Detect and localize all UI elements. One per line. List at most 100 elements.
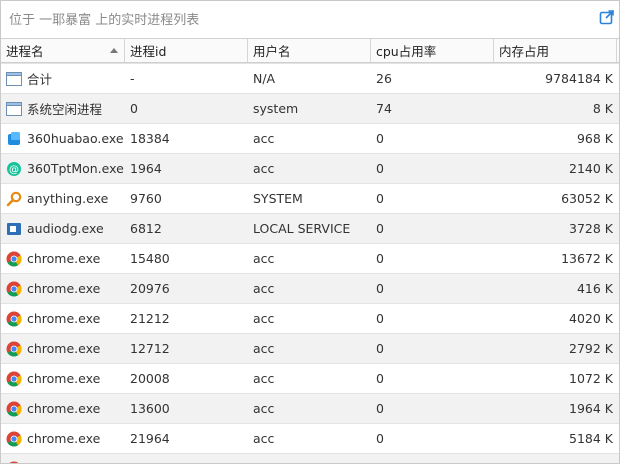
cell-user: acc — [253, 371, 275, 386]
cell-memory: 5184 K — [569, 431, 613, 446]
cell-user: acc — [253, 311, 275, 326]
table-row[interactable]: chrome.exe 12712 acc 0 2792 K — [1, 333, 619, 363]
cell-cpu: 0 — [376, 311, 384, 326]
cell-memory: 968 K — [576, 131, 613, 146]
table-body: 合计 - N/A 26 9784184 K 系统空闲进程 0 system 74 8 K 360hu… — [1, 63, 619, 463]
cell-user: LOCAL SERVICE — [253, 221, 351, 236]
process-list-window: 位于 一耶暴富 上的实时进程列表 进程名 进程id 用户名 cpu占用率 内存占… — [0, 0, 620, 464]
cell-user: system — [253, 101, 299, 116]
svg-text:@: @ — [9, 164, 19, 175]
cell-pid: 20008 — [130, 371, 170, 386]
column-header-memory[interactable]: 内存占用 — [494, 39, 617, 62]
process-name-text: audiodg.exe — [27, 221, 104, 236]
cell-user: SYSTEM — [253, 191, 303, 206]
export-icon[interactable] — [599, 9, 615, 25]
cell-pid: 21212 — [130, 311, 170, 326]
window-icon — [6, 71, 22, 87]
cell-memory: 8 K — [592, 101, 613, 116]
process-name-text: chrome.exe — [27, 281, 101, 296]
chrome-icon — [6, 401, 22, 417]
search-icon — [6, 191, 22, 207]
table-row[interactable]: @360TptMon.exe 1964 acc 0 2140 K — [1, 153, 619, 183]
table-row[interactable]: 360huabao.exe 18384 acc 0 968 K — [1, 123, 619, 153]
table-row[interactable]: chrome.exe 20008 acc 0 1072 K — [1, 363, 619, 393]
cell-memory: 1072 K — [569, 371, 613, 386]
process-name-text: chrome.exe — [27, 311, 101, 326]
column-header-cpu[interactable]: cpu占用率 — [371, 39, 494, 62]
column-header-process-name[interactable]: 进程名 — [1, 39, 125, 62]
cell-pid: 12712 — [130, 341, 170, 356]
audiodg-icon — [6, 221, 22, 237]
cell-process-name: 合计 — [1, 69, 125, 88]
process-name-text: chrome.exe — [27, 431, 101, 446]
chrome-icon — [6, 461, 22, 463]
cell-user: acc — [253, 161, 275, 176]
cell-pid: - — [130, 71, 135, 86]
chrome-icon — [6, 431, 22, 447]
table-row[interactable]: 合计 - N/A 26 9784184 K — [1, 63, 619, 93]
cell-memory: 9784184 K — [545, 71, 613, 86]
cell-process-name: chrome.exe — [1, 461, 125, 463]
cell-pid: 13600 — [130, 401, 170, 416]
cell-process-name: chrome.exe — [1, 311, 125, 327]
window-icon — [6, 101, 22, 117]
cell-user: acc — [253, 131, 275, 146]
cell-process-name: chrome.exe — [1, 371, 125, 387]
cell-process-name: chrome.exe — [1, 431, 125, 447]
cell-memory: 2792 K — [569, 341, 613, 356]
cell-memory: 63052 K — [561, 191, 613, 206]
360huabao-icon — [6, 131, 22, 147]
cell-pid: 20976 — [130, 281, 170, 296]
cell-cpu: 0 — [376, 371, 384, 386]
process-name-text: chrome.exe — [27, 341, 101, 356]
table-row[interactable]: audiodg.exe 6812 LOCAL SERVICE 0 3728 K — [1, 213, 619, 243]
table-row[interactable]: chrome.exe 21212 acc 0 4020 K — [1, 303, 619, 333]
cell-cpu: 0 — [376, 131, 384, 146]
table-row[interactable]: chrome.exe 20976 acc 0 416 K — [1, 273, 619, 303]
cell-cpu: 0 — [376, 281, 384, 296]
cell-cpu: 0 — [376, 251, 384, 266]
table-row[interactable]: 系统空闲进程 0 system 74 8 K — [1, 93, 619, 123]
cell-process-name: audiodg.exe — [1, 221, 125, 237]
cell-user: acc — [253, 281, 275, 296]
process-table: 进程名 进程id 用户名 cpu占用率 内存占用 合计 - N/A 26 9784184… — [1, 38, 619, 463]
cell-process-name: chrome.exe — [1, 281, 125, 297]
process-name-text: chrome.exe — [27, 251, 101, 266]
chrome-icon — [6, 311, 22, 327]
table-row[interactable]: chrome.exe7596acc01444 K — [1, 453, 619, 463]
process-name-text: anything.exe — [27, 191, 109, 206]
cell-user: N/A — [253, 71, 276, 86]
table-row[interactable]: chrome.exe 13600 acc 0 1964 K — [1, 393, 619, 423]
cell-cpu: 74 — [376, 101, 392, 116]
cell-pid: 9760 — [130, 191, 162, 206]
cell-user: acc — [253, 401, 275, 416]
process-name-text: 合计 — [27, 72, 53, 87]
process-name-text: chrome.exe — [27, 371, 101, 386]
cell-user: acc — [253, 251, 275, 266]
cell-process-name: chrome.exe — [1, 251, 125, 267]
column-header-user[interactable]: 用户名 — [248, 39, 371, 62]
cell-cpu: 0 — [376, 221, 384, 236]
cell-pid: 0 — [130, 101, 138, 116]
cell-memory: 3728 K — [569, 221, 613, 236]
cell-pid: 6812 — [130, 221, 162, 236]
chrome-icon — [6, 251, 22, 267]
window-title: 位于 一耶暴富 上的实时进程列表 — [9, 12, 200, 28]
table-header: 进程名 进程id 用户名 cpu占用率 内存占用 — [1, 38, 619, 63]
cell-pid: 15480 — [130, 251, 170, 266]
cell-pid: 21964 — [130, 431, 170, 446]
cell-process-name: chrome.exe — [1, 401, 125, 417]
table-row[interactable]: chrome.exe 21964 acc 0 5184 K — [1, 423, 619, 453]
chrome-icon — [6, 281, 22, 297]
table-row[interactable]: anything.exe 9760 SYSTEM 0 63052 K — [1, 183, 619, 213]
cell-cpu: 0 — [376, 341, 384, 356]
process-name-text: chrome.exe — [27, 401, 101, 416]
cell-user: acc — [253, 341, 275, 356]
cell-process-name: @360TptMon.exe — [1, 161, 125, 177]
column-header-pid[interactable]: 进程id — [125, 39, 248, 62]
cell-memory: 1964 K — [569, 401, 613, 416]
cell-memory: 13672 K — [561, 251, 613, 266]
cell-cpu: 0 — [376, 161, 384, 176]
cell-user: acc — [253, 431, 275, 446]
table-row[interactable]: chrome.exe 15480 acc 0 13672 K — [1, 243, 619, 273]
